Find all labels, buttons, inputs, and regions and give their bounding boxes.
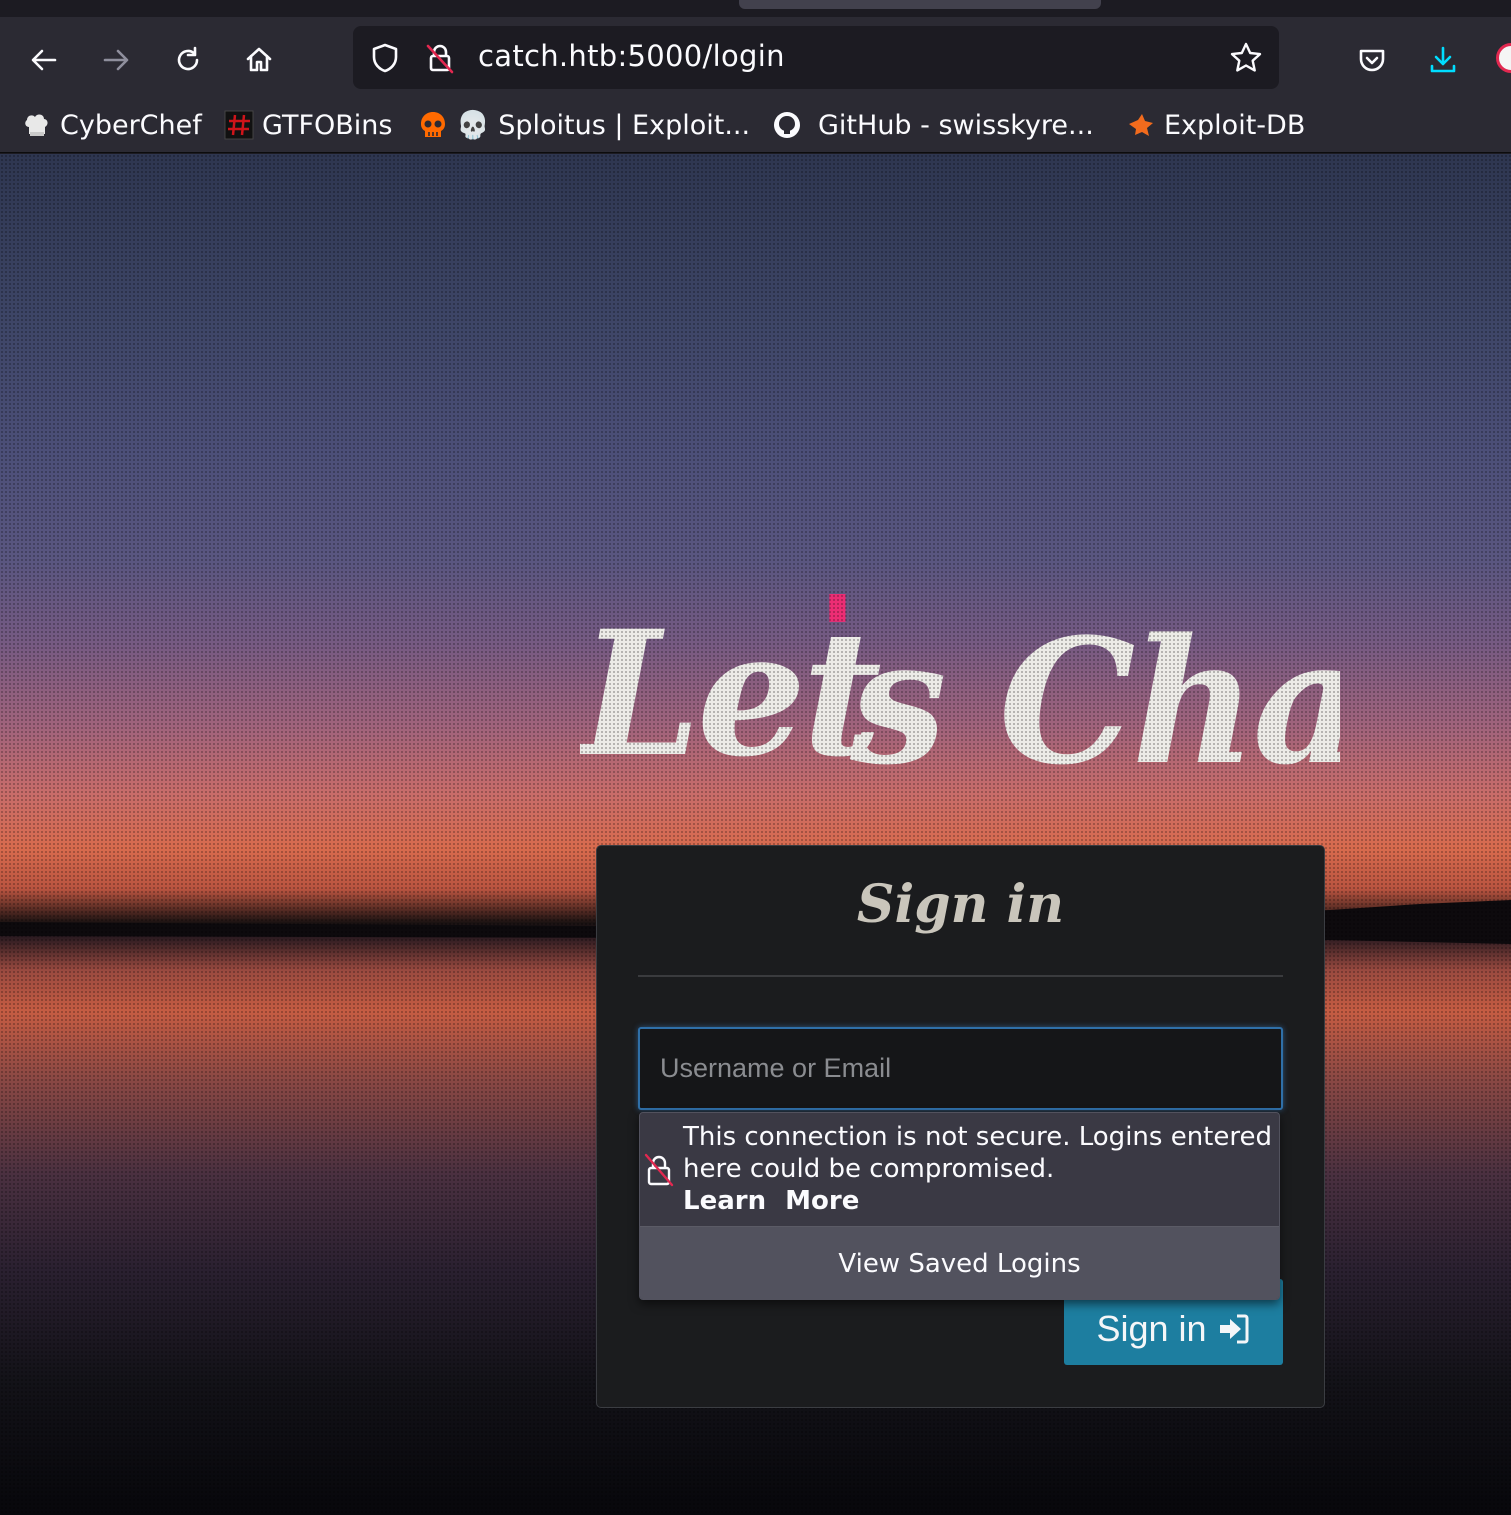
arrow-left-icon — [31, 49, 57, 71]
tracking-protection-shield-icon[interactable] — [368, 41, 402, 75]
insecure-lock-icon[interactable] — [423, 41, 457, 75]
home-icon — [246, 47, 272, 72]
username-input[interactable] — [638, 1027, 1283, 1110]
sign-in-icon — [1219, 1314, 1249, 1343]
bookmark-gtfobins[interactable]: GTFOBins — [224, 107, 392, 143]
insecure-warning-message: This connection is not secure. Logins en… — [683, 1122, 1272, 1184]
page-background: Let ' s Chat Sign in Sign in — [0, 154, 1511, 1515]
tab-strip — [0, 0, 1511, 17]
reload-button[interactable] — [165, 37, 211, 83]
url-text[interactable]: catch.htb:5000/login — [478, 39, 785, 73]
signin-title: Sign in — [856, 874, 1065, 935]
exploit-db-icon — [1129, 114, 1153, 136]
url-bar[interactable]: catch.htb:5000/login — [353, 26, 1279, 89]
chef-hat-icon — [25, 114, 48, 136]
download-icon — [1430, 46, 1456, 73]
bookmark-sploitus[interactable]: 💀 Sploitus | Exploit... — [418, 107, 750, 143]
signin-button-label: Sign in — [1096, 1307, 1207, 1349]
bookmark-star-icon[interactable] — [1229, 41, 1263, 75]
navigation-toolbar: catch.htb:5000/login — [0, 17, 1511, 99]
active-tab[interactable] — [739, 0, 1101, 9]
bookmark-exploit-db[interactable]: Exploit-DB — [1126, 107, 1305, 143]
lets-chat-logo: Let ' s Chat — [580, 594, 1340, 784]
reload-icon — [177, 46, 199, 71]
bookmark-github[interactable]: GitHub - swisskyre... — [772, 107, 1094, 143]
bookmarks-toolbar: CyberChef GTFOBins 💀 Sploitus | Exploit.… — [0, 99, 1511, 153]
insecure-lock-icon — [644, 1153, 674, 1187]
extension-icon[interactable] — [1496, 43, 1511, 73]
view-saved-logins-button[interactable]: View Saved Logins — [640, 1226, 1279, 1299]
arrow-right-icon — [103, 49, 129, 71]
pocket-button[interactable] — [1349, 37, 1395, 83]
github-icon — [774, 112, 800, 138]
view-saved-logins-label: View Saved Logins — [838, 1249, 1081, 1279]
insecure-warning-row[interactable]: This connection is not secure. Logins en… — [640, 1113, 1279, 1226]
learn-more-link[interactable]: Learn More — [683, 1186, 859, 1216]
bookmark-cyberchef[interactable]: CyberChef — [22, 107, 202, 143]
forward-button[interactable] — [93, 37, 139, 83]
insecure-login-popup: This connection is not secure. Logins en… — [639, 1112, 1280, 1300]
title-divider — [638, 975, 1283, 977]
insecure-warning-text: This connection is not secure. Logins en… — [683, 1121, 1273, 1217]
pocket-icon — [1359, 49, 1385, 72]
gtfobins-icon — [224, 110, 254, 140]
downloads-button[interactable] — [1420, 37, 1466, 83]
skull-icon — [421, 112, 445, 137]
logo-text-chat: s Chat — [849, 600, 1340, 784]
back-button[interactable] — [21, 37, 67, 83]
home-button[interactable] — [236, 37, 282, 83]
